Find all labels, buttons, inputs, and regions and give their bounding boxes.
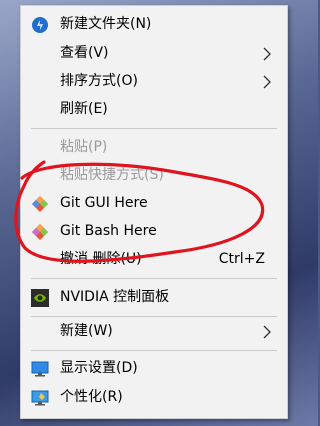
menu-item-refresh[interactable]: 刷新(E) [21,97,287,122]
menu-item-new[interactable]: 新建(W) [21,319,287,344]
new-folder-icon [32,17,48,33]
menu-item-label: 排序方式(O) [60,73,138,89]
menu-separator [31,350,277,351]
menu-item-label: NVIDIA 控制面板 [60,289,170,305]
menu-item-new-folder[interactable]: 新建文件夹(N) [21,12,287,37]
menu-item-view[interactable]: 查看(V) [21,41,287,66]
nvidia-icon [31,289,49,307]
menu-item-shortcut: Ctrl+Z [218,251,265,267]
git-bash-icon [32,224,48,240]
menu-item-git-bash[interactable]: Git Bash Here [21,219,287,244]
menu-item-label: Git GUI Here [60,195,148,211]
context-menu: 新建文件夹(N) 查看(V) 排序方式(O) 刷新(E) 粘贴(P) 粘贴快捷方… [20,5,288,419]
menu-item-paste-shortcut[interactable]: 粘贴快捷方式(S) [21,163,287,188]
chevron-right-icon [263,325,271,339]
menu-item-sort-by[interactable]: 排序方式(O) [21,69,287,94]
menu-item-label: 显示设置(D) [60,360,138,376]
chevron-right-icon [263,75,271,89]
menu-separator [31,316,277,317]
git-gui-icon [32,196,48,212]
menu-item-paste[interactable]: 粘贴(P) [21,135,287,160]
menu-item-label: 粘贴(P) [60,139,108,155]
chevron-right-icon [263,47,271,61]
menu-item-undo-delete[interactable]: 撤消 删除(U) Ctrl+Z [21,247,287,272]
menu-item-label: 撤消 删除(U) [60,251,142,267]
menu-item-label: 新建文件夹(N) [60,16,152,32]
menu-separator [31,128,277,129]
menu-item-label: 新建(W) [60,323,113,339]
menu-item-label: 查看(V) [60,45,109,61]
menu-item-label: 刷新(E) [60,101,108,117]
menu-separator [31,278,277,279]
display-settings-icon [31,361,49,377]
menu-item-display-settings[interactable]: 显示设置(D) [21,356,287,381]
menu-item-git-gui[interactable]: Git GUI Here [21,191,287,216]
menu-item-nvidia-control-panel[interactable]: NVIDIA 控制面板 [21,285,287,310]
menu-item-label: Git Bash Here [60,223,157,239]
personalize-icon [31,390,49,406]
menu-item-personalize[interactable]: 个性化(R) [21,385,287,410]
menu-item-label: 粘贴快捷方式(S) [60,167,164,183]
menu-item-label: 个性化(R) [60,389,123,405]
